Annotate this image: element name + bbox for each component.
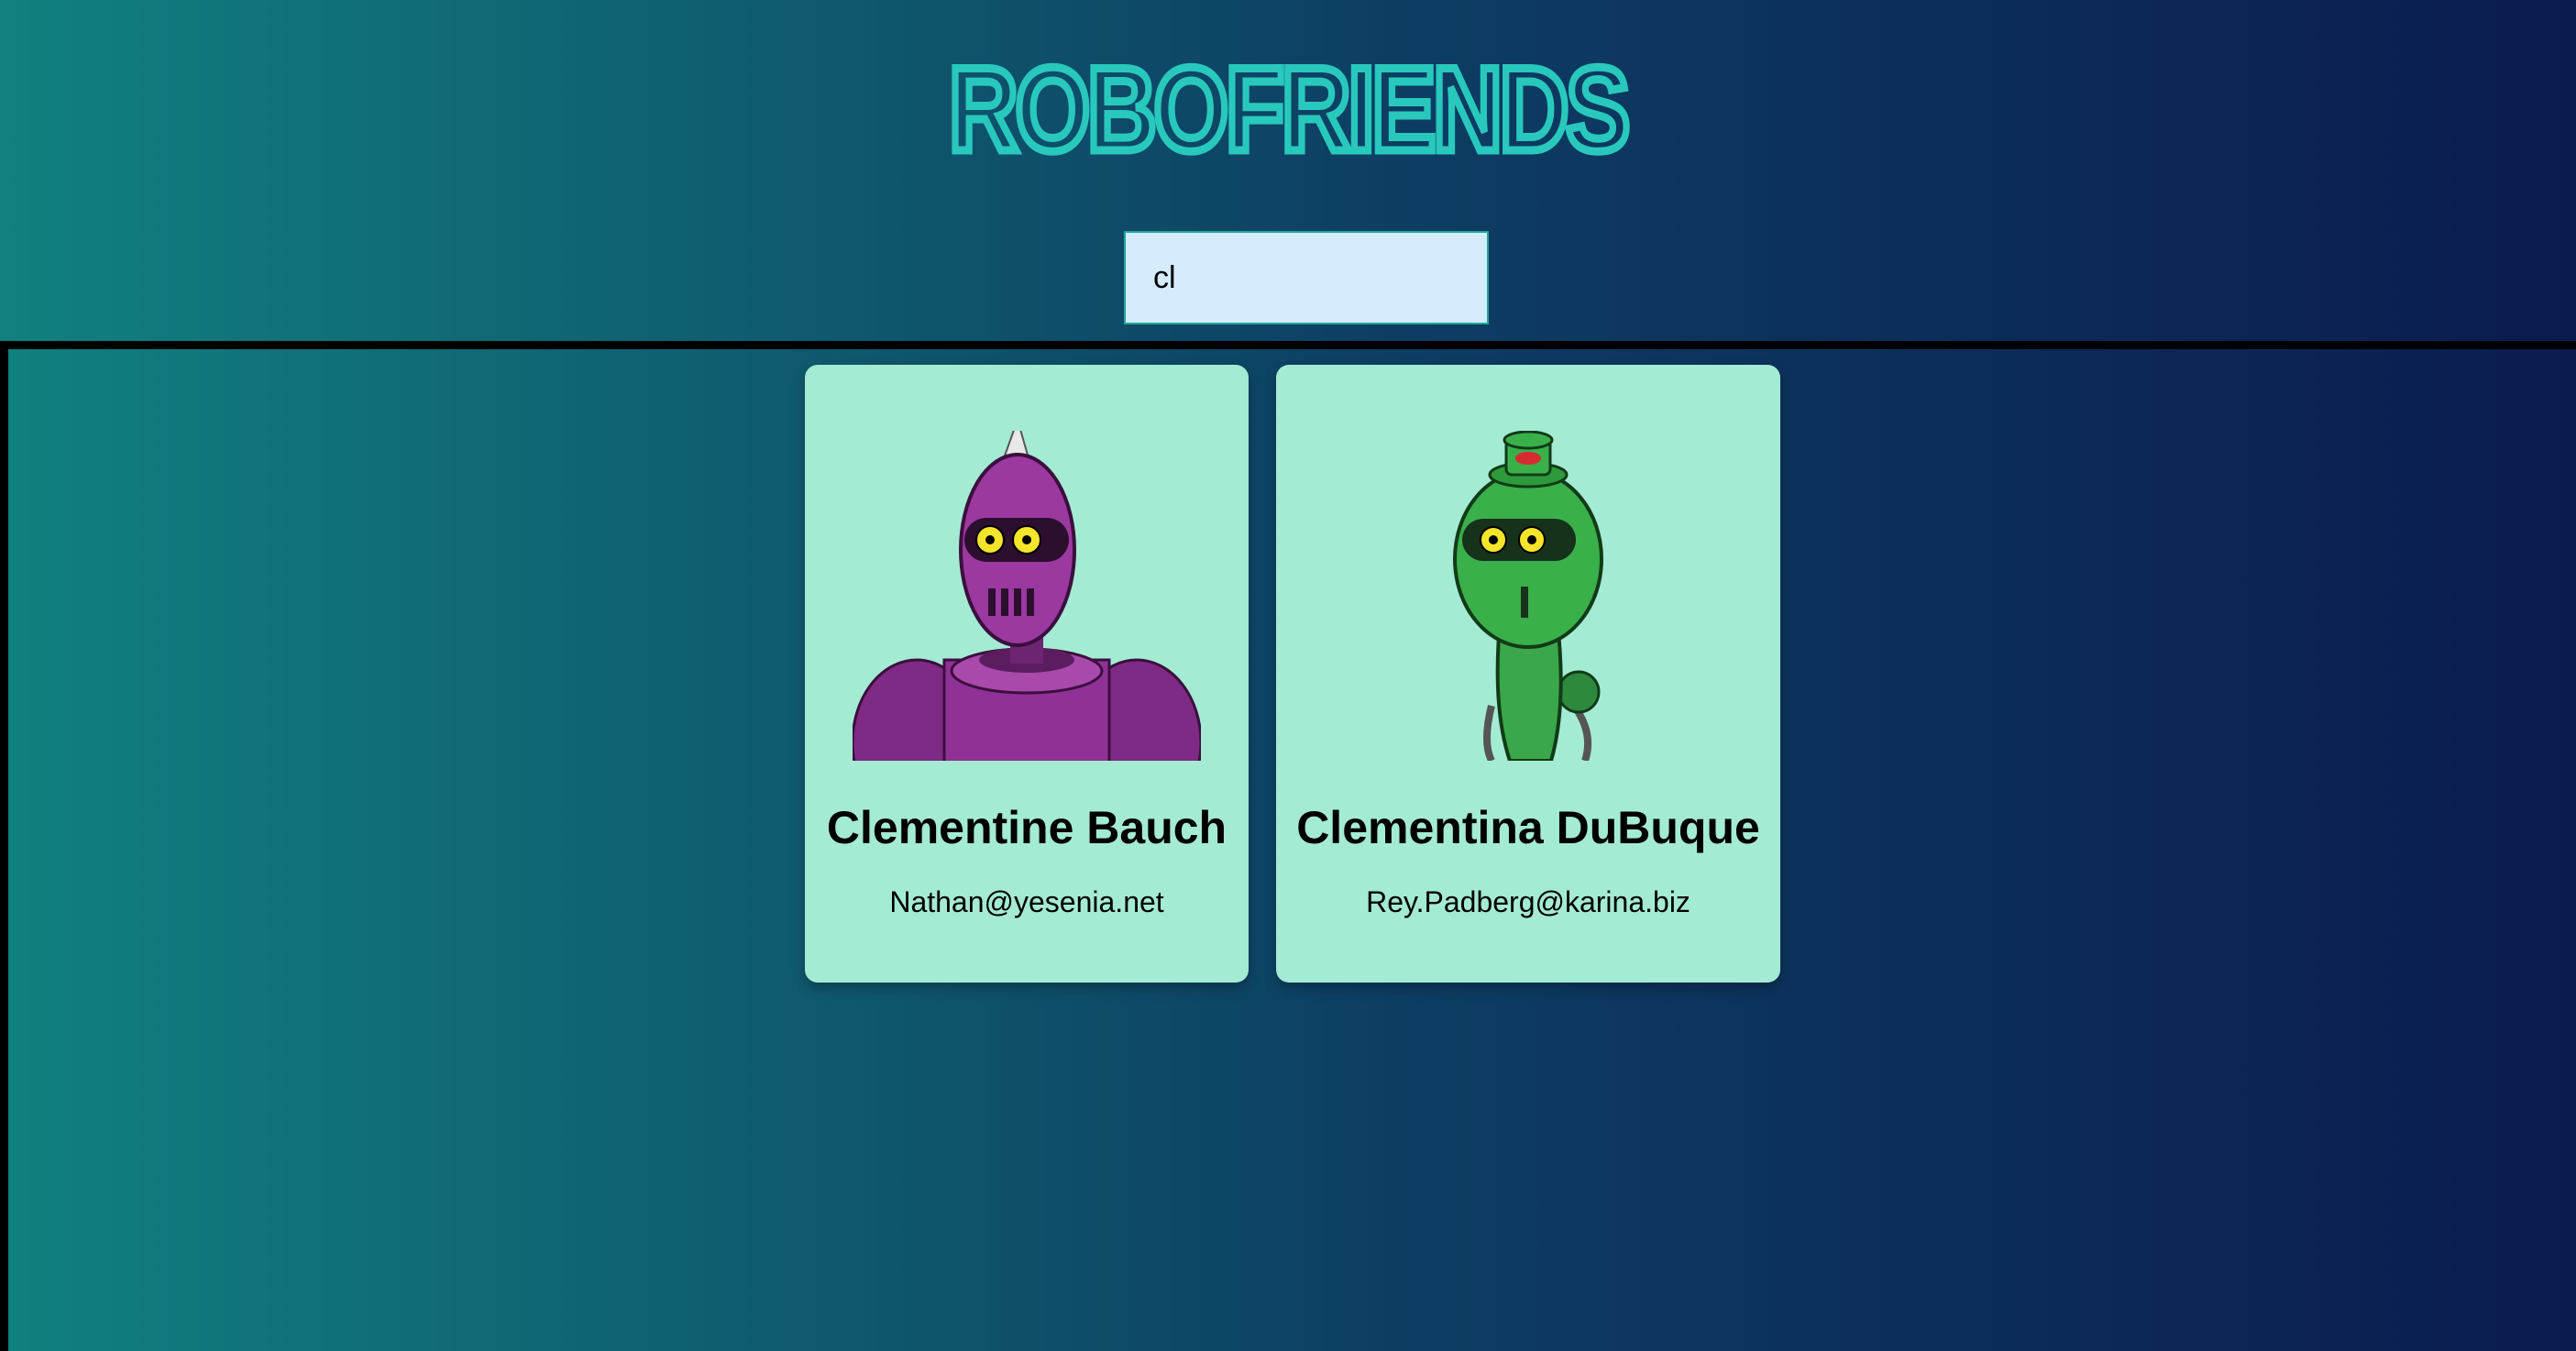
search-input[interactable] [1124,231,1489,324]
page-title: ROBOFRIENDS [0,48,2576,158]
robot-name: Clementine Bauch [826,802,1227,853]
robot-email: Rey.Padberg@karina.biz [1366,885,1690,918]
robot-card[interactable]: Clementina DuBuque Rey.Padberg@karina.bi… [1276,365,1780,983]
robofriends-app: ROBOFRIENDS cl Clementine Bauch Nathan@y… [0,0,2576,1351]
green-robot-icon [1354,431,1702,761]
title-text: ROBOFRIENDS [949,48,1627,158]
robot-name: Clementina DuBuque [1296,802,1760,853]
robot-card[interactable]: Clementine Bauch Nathan@yesenia.net [805,365,1249,983]
title-logo: ROBOFRIENDS [945,48,1635,158]
purple-robot-icon [853,431,1201,761]
robot-email: Nathan@yesenia.net [889,885,1164,918]
